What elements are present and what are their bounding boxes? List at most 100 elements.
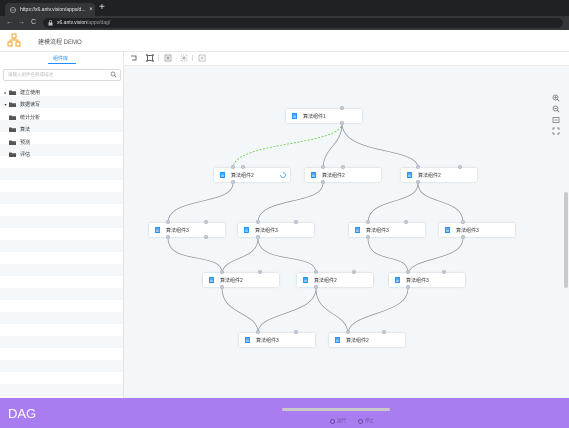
node-input-port[interactable]	[366, 220, 370, 224]
dag-node[interactable]: 算法组件3	[349, 223, 425, 237]
node-input-port[interactable]	[258, 270, 262, 274]
node-input-port[interactable]	[461, 220, 465, 224]
ungroup-icon[interactable]	[180, 54, 188, 62]
node-input-port[interactable]	[321, 165, 325, 169]
edge	[220, 237, 259, 274]
zoom-in-icon[interactable]	[552, 94, 560, 102]
caret-down-icon[interactable]: ▾	[2, 102, 9, 107]
node-output-port[interactable]	[314, 285, 318, 289]
node-label: 算法组件3	[366, 227, 389, 234]
node-output-port[interactable]	[204, 235, 208, 239]
node-input-port[interactable]	[352, 270, 356, 274]
node-label: 算法组件2	[220, 277, 243, 284]
address-bar: ← → C x6.antv.vision /apps/dag/	[0, 16, 569, 30]
back-icon[interactable]: ←	[6, 18, 13, 28]
node-input-port[interactable]	[256, 330, 260, 334]
database-icon	[209, 277, 214, 283]
node-input-port[interactable]	[256, 220, 260, 224]
undo-icon[interactable]	[130, 54, 138, 62]
node-input-port[interactable]	[231, 165, 235, 169]
zoom-out-icon[interactable]	[552, 105, 560, 113]
node-output-port[interactable]	[231, 180, 235, 184]
dag-node-running[interactable]: 算法组件2	[214, 168, 290, 182]
run-button[interactable]: 运行	[330, 418, 346, 424]
app-header: 建模流程 DEMO	[0, 30, 569, 52]
node-input-port[interactable]	[442, 270, 446, 274]
node-input-port[interactable]	[314, 270, 318, 274]
node-output-port[interactable]	[321, 180, 325, 184]
stop-icon	[358, 418, 363, 424]
add-node-icon[interactable]	[198, 54, 206, 62]
database-icon	[245, 337, 250, 343]
run-label: 运行	[337, 418, 346, 423]
fit-canvas-icon[interactable]	[552, 116, 560, 124]
node-input-port[interactable]	[294, 330, 298, 334]
tab-component-library[interactable]: 组件库	[0, 52, 123, 65]
run-controls: 运行 停止	[330, 418, 374, 424]
group-icon[interactable]	[164, 54, 172, 62]
node-output-port[interactable]	[416, 180, 420, 184]
node-output-port[interactable]	[256, 235, 260, 239]
node-output-port[interactable]	[461, 235, 465, 239]
stop-button[interactable]: 停止	[358, 418, 374, 424]
dag-node[interactable]: 算法组件3	[238, 223, 314, 237]
tree-item-build[interactable]: ▸ 建立使用	[0, 86, 123, 99]
dag-node[interactable]: 算法组件3	[439, 223, 515, 237]
vertical-scrollbar[interactable]	[564, 192, 568, 288]
tree-item-predict[interactable]: 预测	[0, 136, 123, 149]
node-input-port[interactable]	[241, 165, 245, 169]
node-input-port[interactable]	[220, 270, 224, 274]
database-icon	[407, 172, 412, 178]
tree-item-label: 预测	[20, 139, 31, 146]
url-field[interactable]: x6.antv.vision /apps/dag/	[43, 18, 563, 28]
app-title: 建模流程 DEMO	[38, 40, 82, 46]
component-tree: ▸ 建立使用 ▾ 数据读写 统计分析 算法 预测 评估	[0, 86, 123, 161]
dag-node[interactable]: 算法组件1	[286, 109, 362, 123]
search-icon[interactable]	[110, 71, 117, 78]
fit-view-icon[interactable]	[146, 54, 154, 62]
dag-canvas[interactable]: 算法组件1 算法组件2 算法组件2 算法组件2 算法组件3 算法组件3 算法组件…	[124, 66, 569, 398]
node-output-port[interactable]	[220, 285, 224, 289]
reload-icon[interactable]: C	[31, 18, 36, 28]
node-input-port[interactable]	[346, 330, 350, 334]
node-input-port[interactable]	[458, 165, 462, 169]
node-output-port[interactable]	[340, 121, 344, 125]
node-input-port[interactable]	[382, 330, 386, 334]
fullscreen-icon[interactable]	[552, 127, 560, 135]
folder-icon	[9, 102, 16, 108]
node-output-port[interactable]	[366, 235, 370, 239]
node-input-port[interactable]	[340, 106, 344, 110]
tree-item-statistics[interactable]: 统计分析	[0, 111, 123, 124]
dag-node[interactable]: 算法组件2	[203, 273, 279, 287]
node-input-port[interactable]	[341, 165, 345, 169]
browser-tab-bar: https://x6.antv.vision/apps/d... × +	[0, 0, 569, 16]
search-placeholder: 请输入组件名称或描述	[8, 72, 53, 77]
node-input-port[interactable]	[404, 220, 408, 224]
horizontal-scrollbar[interactable]	[282, 408, 390, 411]
node-input-port[interactable]	[204, 220, 208, 224]
node-input-port[interactable]	[166, 220, 170, 224]
tree-item-algorithm[interactable]: 算法	[0, 124, 123, 137]
dag-node[interactable]: 算法组件2	[305, 168, 381, 182]
node-input-port[interactable]	[406, 270, 410, 274]
node-label: 算法组件2	[346, 337, 369, 344]
node-output-port[interactable]	[166, 235, 170, 239]
dag-node[interactable]: 算法组件3	[239, 333, 315, 347]
tree-item-evaluate[interactable]: 评估	[0, 149, 123, 162]
node-input-port[interactable]	[294, 220, 298, 224]
component-library-panel: 组件库 请输入组件名称或描述 ▸ 建立使用 ▾ 数据读写 统计分析 算法 预测 …	[0, 52, 124, 398]
tree-item-data-io[interactable]: ▾ 数据读写	[0, 99, 123, 112]
dag-node[interactable]: 算法组件3	[149, 223, 225, 237]
component-search-input[interactable]: 请输入组件名称或描述	[3, 69, 121, 81]
new-tab-button[interactable]: +	[99, 2, 105, 14]
dag-node[interactable]: 算法组件2	[401, 168, 477, 182]
forward-icon[interactable]: →	[18, 18, 25, 28]
browser-tab[interactable]: https://x6.antv.vision/apps/d... ×	[5, 3, 95, 16]
dag-node[interactable]: 算法组件2	[329, 333, 405, 347]
node-output-port[interactable]	[406, 285, 410, 289]
caret-right-icon[interactable]: ▸	[2, 90, 9, 95]
dag-node[interactable]: 算法组件2	[297, 273, 373, 287]
node-input-port[interactable]	[416, 165, 420, 169]
tab-close-icon[interactable]: ×	[87, 7, 95, 13]
dag-node[interactable]: 算法组件3	[389, 273, 465, 287]
